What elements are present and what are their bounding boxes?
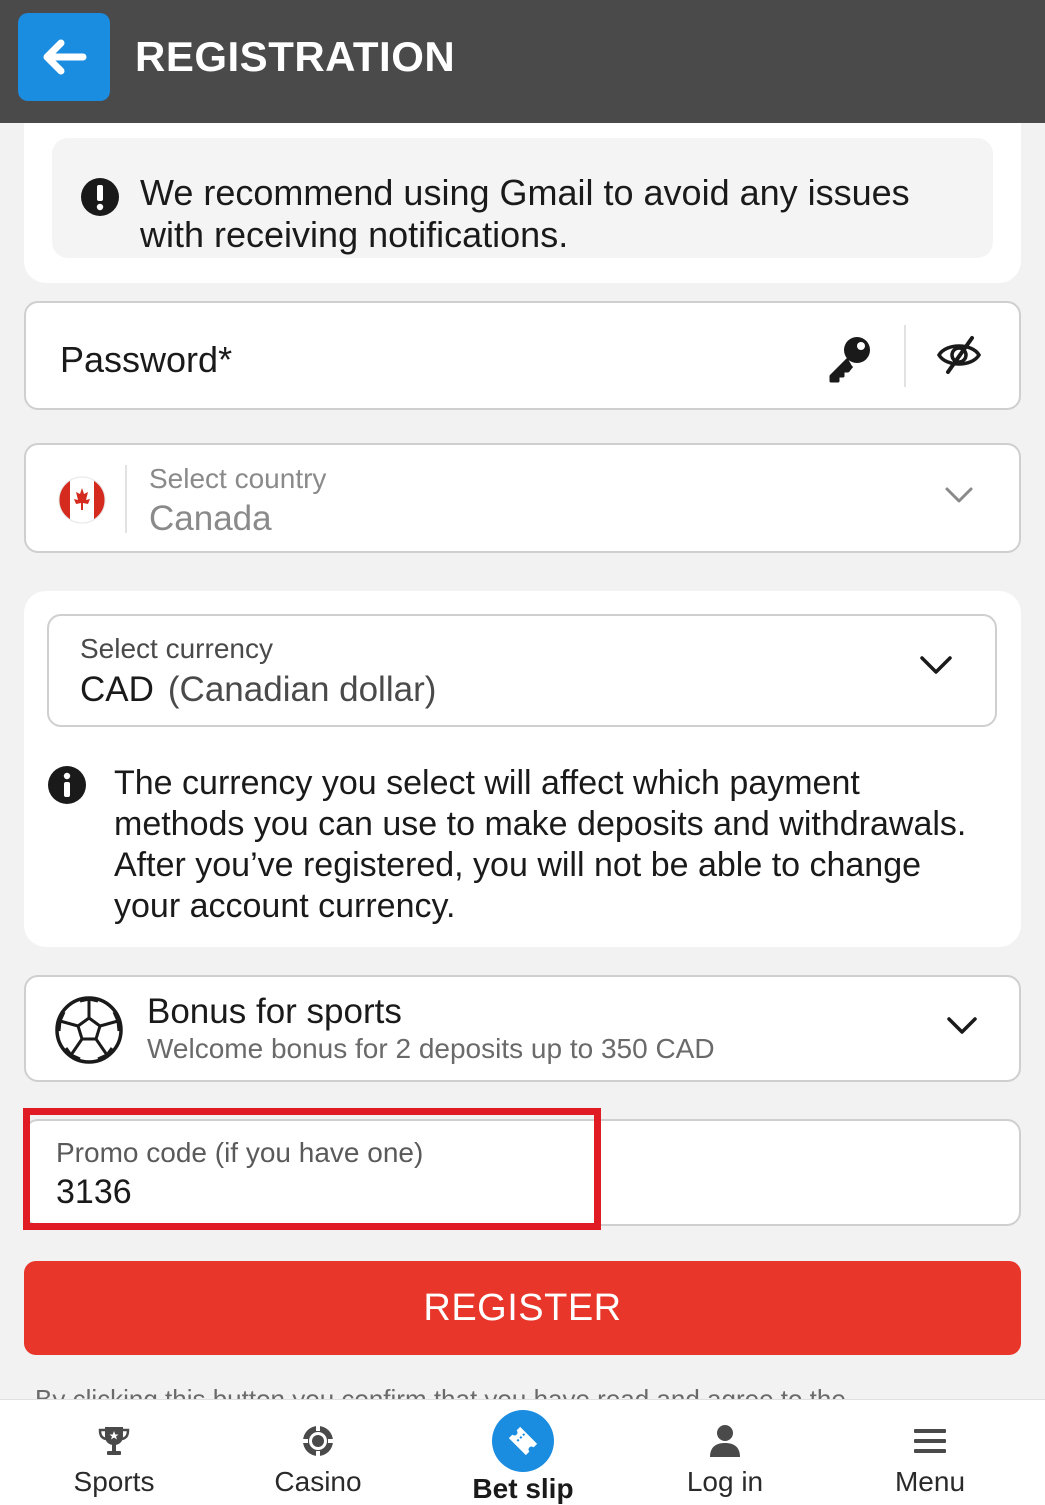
disclaimer-text: By clicking this button you confirm that…: [35, 1384, 846, 1400]
nav-casino[interactable]: Casino: [218, 1400, 418, 1505]
info-icon: [48, 766, 86, 804]
back-button[interactable]: [18, 13, 110, 101]
chevron-down-icon[interactable]: [944, 485, 974, 505]
soccer-ball-icon: [55, 996, 123, 1064]
currency-value: CAD (Canadian dollar): [80, 670, 436, 710]
currency-info-text: The currency you select will affect whic…: [114, 764, 967, 925]
promo-code-value[interactable]: 3136: [56, 1173, 132, 1212]
casino-chip-icon: [303, 1426, 333, 1456]
notice-card: We recommend using Gmail to avoid any is…: [24, 123, 1021, 283]
eye-off-icon[interactable]: [936, 335, 982, 375]
password-label: Password*: [60, 339, 233, 380]
app-header: REGISTRATION: [0, 0, 1045, 123]
register-button[interactable]: REGISTER: [24, 1261, 1021, 1355]
country-label: Select country: [149, 463, 327, 494]
currency-code: CAD: [80, 670, 154, 709]
country-select[interactable]: Select country Canada: [24, 443, 1021, 553]
arrow-left-icon: [43, 39, 87, 75]
promo-code-field[interactable]: Promo code (if you have one) 3136: [24, 1119, 1021, 1226]
promo-code-label: Promo code (if you have one): [56, 1137, 424, 1168]
nav-label: Log in: [686, 1466, 764, 1497]
nav-menu[interactable]: Menu: [830, 1400, 1030, 1505]
exclamation-circle-icon: [81, 178, 119, 216]
bonus-subtitle: Welcome bonus for 2 deposits up to 350 C…: [147, 1033, 715, 1064]
nav-label: Menu: [894, 1466, 966, 1497]
bottom-nav: Sports Casino Bet slip Log in Menu: [0, 1399, 1045, 1505]
bonus-select[interactable]: Bonus for sports Welcome bonus for 2 dep…: [24, 975, 1021, 1082]
nav-label: Sports: [73, 1466, 155, 1497]
country-value: Canada: [149, 499, 272, 538]
trophy-icon: [98, 1427, 130, 1455]
notice-text: We recommend using Gmail to avoid any is…: [140, 172, 910, 255]
currency-name: (Canadian dollar): [167, 670, 437, 709]
key-icon[interactable]: [826, 333, 874, 383]
chevron-down-icon[interactable]: [946, 1015, 978, 1037]
divider: [125, 465, 127, 533]
bonus-title: Bonus for sports: [147, 992, 402, 1031]
password-field[interactable]: Password*: [24, 301, 1021, 410]
page-title: REGISTRATION: [135, 33, 456, 80]
notice-box: We recommend using Gmail to avoid any is…: [52, 138, 993, 258]
nav-sports[interactable]: Sports: [14, 1400, 214, 1505]
chevron-down-icon[interactable]: [919, 654, 953, 676]
nav-log-in[interactable]: Log in: [625, 1400, 825, 1505]
ticket-icon: [508, 1426, 538, 1456]
bet-slip-circle: [492, 1410, 554, 1472]
nav-label: Bet slip: [472, 1473, 574, 1504]
currency-select[interactable]: Select currency CAD (Canadian dollar): [47, 614, 997, 727]
nav-bet-slip[interactable]: Bet slip: [423, 1400, 623, 1505]
nav-label: Casino: [274, 1466, 362, 1497]
hamburger-menu-icon: [914, 1429, 946, 1453]
canada-flag-icon: [58, 476, 106, 524]
currency-card: Select currency CAD (Canadian dollar) The…: [24, 591, 1021, 947]
divider: [904, 325, 906, 387]
currency-label: Select currency: [80, 633, 273, 664]
user-icon: [710, 1425, 740, 1457]
